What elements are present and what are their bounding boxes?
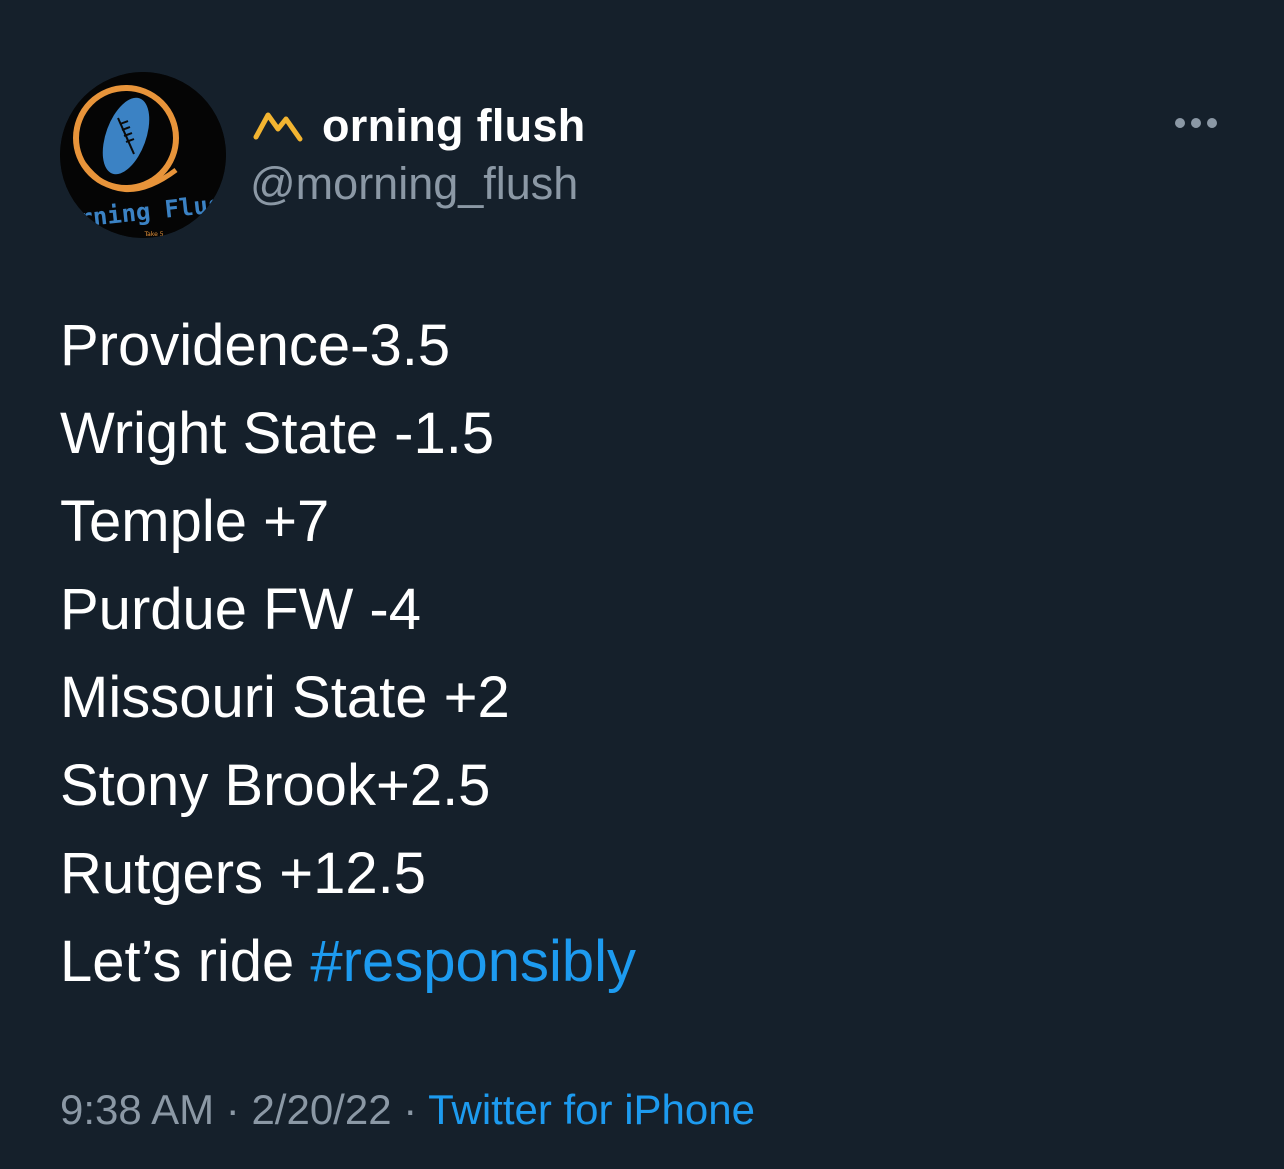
- avatar-logo-icon: orning Flus Take 5: [60, 72, 226, 238]
- user-handle[interactable]: @morning_flush: [250, 154, 578, 214]
- meta-separator: ·: [214, 1086, 252, 1133]
- tweet-line: Temple +7: [60, 489, 330, 554]
- hashtag-link[interactable]: #responsibly: [310, 929, 636, 994]
- tweet-final-prefix: Let’s ride: [60, 929, 311, 994]
- tweet-date[interactable]: 2/20/22: [251, 1086, 391, 1133]
- tweet-line: Wright State -1.5: [60, 401, 495, 466]
- ellipsis-icon[interactable]: [1168, 108, 1224, 138]
- tweet-final-line: Let’s ride #responsibly: [60, 918, 1240, 1006]
- tweet-text: Providence-3.5 Wright State -1.5 Temple …: [60, 302, 1240, 1006]
- tweet-line: Purdue FW -4: [60, 577, 421, 642]
- tweet-meta: 9:38 AM · 2/20/22 · Twitter for iPhone: [60, 1080, 755, 1140]
- tweet-line: Missouri State +2: [60, 665, 510, 730]
- author-name-row[interactable]: orning flush: [252, 96, 586, 156]
- meta-separator: ·: [391, 1086, 429, 1133]
- avatar-subtext: Take 5: [143, 231, 163, 238]
- tweet-line: Stony Brook+2.5: [60, 753, 491, 818]
- display-name[interactable]: orning flush: [322, 100, 586, 152]
- tweet-time[interactable]: 9:38 AM: [60, 1086, 214, 1133]
- avatar[interactable]: orning Flus Take 5: [60, 72, 226, 238]
- tweet-line: Providence-3.5: [60, 313, 451, 378]
- tweet-line: Rutgers +12.5: [60, 841, 426, 906]
- tweet-source-link[interactable]: Twitter for iPhone: [428, 1086, 755, 1133]
- mountain-m-icon: [253, 112, 303, 142]
